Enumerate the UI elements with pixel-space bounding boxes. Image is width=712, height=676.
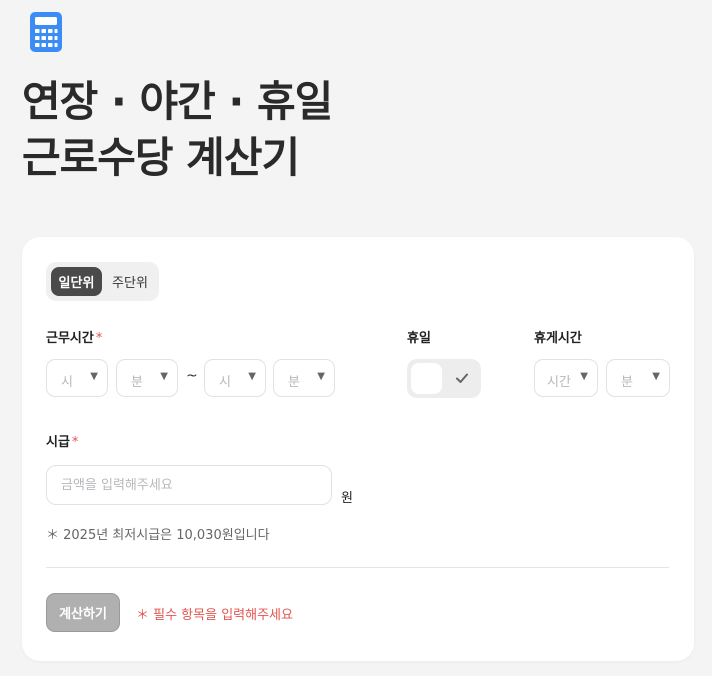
mode-toggle: 일단위 주단위 xyxy=(46,262,159,301)
break-time-label: 휴게시간 xyxy=(534,331,582,346)
check-icon xyxy=(456,373,468,383)
break-minute-placeholder: 분 xyxy=(621,375,633,390)
break-hour-select[interactable]: 시간 ▼ xyxy=(534,359,598,397)
divider xyxy=(46,567,669,568)
start-minute-select[interactable]: 분 ▼ xyxy=(116,359,178,397)
calculate-button[interactable]: 계산하기 xyxy=(46,593,120,632)
required-mark: * xyxy=(71,435,79,450)
holiday-label: 휴일 xyxy=(407,331,431,346)
start-minute-placeholder: 분 xyxy=(131,375,143,390)
mode-weekly-button[interactable]: 주단위 xyxy=(105,267,155,296)
time-range-separator: ~ xyxy=(186,368,198,384)
end-hour-placeholder: 시 xyxy=(219,375,231,390)
work-time-label: 근무시간 * xyxy=(46,327,102,346)
chevron-down-icon: ▼ xyxy=(580,371,588,382)
page-title-line1: 연장 · 야간 · 휴일 xyxy=(22,77,333,126)
page: 연장 · 야간 · 휴일 근로수당 계산기 일단위 주단위 근무시간 * 휴일 휴… xyxy=(0,0,712,676)
calculator-card: 일단위 주단위 근무시간* 휴일 휴게시간 시 ▼ 분 ▼ ~ 시 ▼ 분 ▼ xyxy=(22,237,694,661)
work-time-label-text: 근무시간 xyxy=(46,331,94,346)
start-hour-select[interactable]: 시 ▼ xyxy=(46,359,108,397)
end-minute-placeholder: 분 xyxy=(288,375,300,390)
end-minute-select[interactable]: 분 ▼ xyxy=(273,359,335,397)
break-minute-select[interactable]: 분 ▼ xyxy=(606,359,670,397)
page-title-line2: 근로수당 계산기 xyxy=(22,133,300,182)
break-hour-placeholder: 시간 xyxy=(547,375,571,390)
toggle-knob xyxy=(411,363,442,394)
minimum-wage-hint: ＊ 2025년 최저시급은 10,030원입니다 xyxy=(46,528,270,543)
chevron-down-icon: ▼ xyxy=(317,371,325,382)
chevron-down-icon: ▼ xyxy=(160,371,168,382)
holiday-toggle[interactable] xyxy=(407,359,481,398)
chevron-down-icon: ▼ xyxy=(652,371,660,382)
start-hour-placeholder: 시 xyxy=(61,375,73,390)
calculator-icon xyxy=(30,12,62,52)
validation-error-message: ＊ 필수 항목을 입력해주세요 xyxy=(136,608,293,623)
chevron-down-icon: ▼ xyxy=(248,371,256,382)
currency-unit: 원 xyxy=(341,491,353,506)
mode-daily-button[interactable]: 일단위 xyxy=(51,267,102,296)
required-mark: * xyxy=(95,331,103,346)
hourly-wage-label-text: 시급 xyxy=(46,435,70,450)
hourly-wage-label: 시급 * xyxy=(46,431,78,450)
page-title: 연장 · 야간 · 휴일 근로수당 계산기 xyxy=(22,74,333,186)
hourly-wage-input[interactable] xyxy=(46,465,332,505)
chevron-down-icon: ▼ xyxy=(90,371,98,382)
end-hour-select[interactable]: 시 ▼ xyxy=(204,359,266,397)
